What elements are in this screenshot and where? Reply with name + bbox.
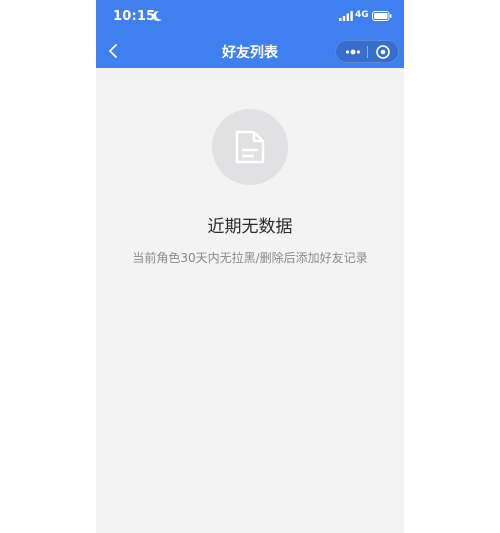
top-bar: 10:15 4G 好友列表	[96, 0, 404, 68]
network-type: 4G	[355, 10, 369, 20]
phone-screen: 10:15 4G 好友列表 近期无数据 当前角色30天内无拉黑/删除后添加好友记…	[96, 0, 404, 533]
moon-icon	[152, 11, 162, 22]
nav-bar: 好友列表	[96, 34, 404, 68]
mini-program-capsule	[335, 40, 399, 63]
empty-state-description: 当前角色30天内无拉黑/删除后添加好友记录	[132, 251, 368, 265]
battery-icon	[372, 11, 392, 21]
empty-state-title: 近期无数据	[207, 217, 293, 237]
document-icon	[235, 130, 265, 164]
close-icon[interactable]	[373, 43, 393, 61]
empty-state-icon-circle	[212, 109, 288, 185]
signal-icon	[339, 11, 353, 21]
more-icon[interactable]	[342, 43, 364, 61]
empty-state: 近期无数据 当前角色30天内无拉黑/删除后添加好友记录	[96, 68, 404, 533]
capsule-divider	[367, 46, 368, 58]
status-bar: 10:15 4G	[96, 0, 404, 34]
status-time: 10:15	[113, 9, 156, 24]
